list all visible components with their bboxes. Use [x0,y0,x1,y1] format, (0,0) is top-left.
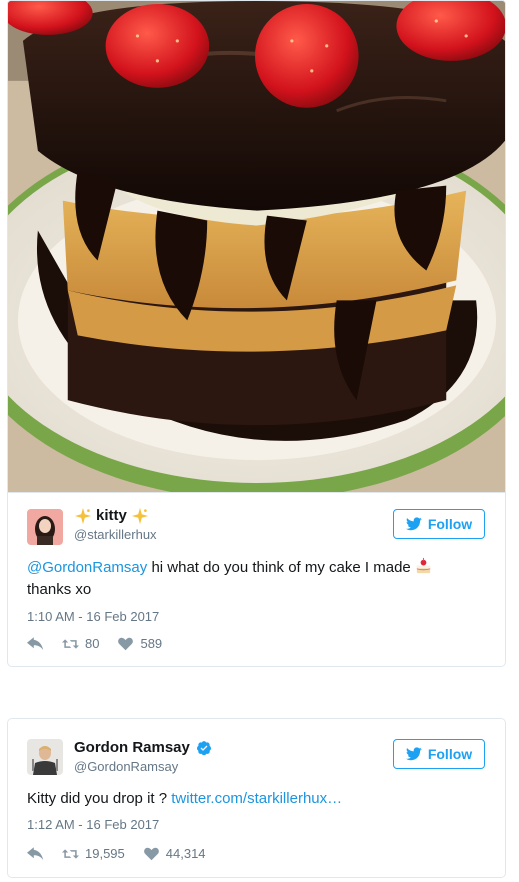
heart-icon [143,847,159,860]
tweet-card-kitty[interactable]: kitty @starkillerhux Follow @GordonRamsa… [7,492,506,667]
cake-photo[interactable] [7,0,506,492]
twitter-bird-icon [405,747,422,761]
display-name-text: kitty [96,507,127,524]
tweet-card-gordon-ramsay[interactable]: Gordon Ramsay @GordonRamsay Follow Kitty… [7,718,506,878]
follow-button[interactable]: Follow [393,739,485,769]
avatar-kitty[interactable] [27,509,63,545]
twitter-bird-icon [405,517,422,531]
retweet-icon [62,848,79,859]
reply-icon [27,636,44,650]
tweet-text: @GordonRamsay hi what do you think of my… [27,556,485,601]
tweet-author: kitty @starkillerhux [74,506,157,544]
retweet-action[interactable]: 19,595 [62,846,125,861]
author-display-name[interactable]: kitty [74,506,157,526]
retweet-action[interactable]: 80 [62,636,99,651]
mention-link[interactable]: @GordonRamsay [27,559,147,576]
retweet-count: 80 [85,636,100,651]
tweet-timestamp[interactable]: 1:10 AM - 16 Feb 2017 [27,609,159,624]
reply-action[interactable] [27,846,44,861]
follow-label: Follow [427,516,473,532]
tweet-body: Kitty did you drop it ? [27,790,172,807]
tweet-timestamp[interactable]: 1:12 AM - 16 Feb 2017 [27,817,159,832]
like-count: 44,314 [165,846,206,861]
tweet-author: Gordon Ramsay @GordonRamsay [74,738,212,776]
tweet-body-line2: thanks xo [27,581,92,598]
like-action[interactable]: 44,314 [143,846,206,861]
tweet-actions: 19,595 44,314 [27,846,224,861]
tweet-actions: 80 589 [27,636,180,651]
like-action[interactable]: 589 [117,636,162,651]
reply-action[interactable] [27,636,44,651]
heart-icon [118,637,134,650]
author-screen-name[interactable]: @GordonRamsay [74,758,212,776]
retweet-count: 19,595 [85,846,125,861]
sparkle-icon [131,507,148,525]
tweet-text: Kitty did you drop it ? twitter.com/star… [27,788,485,810]
author-screen-name[interactable]: @starkillerhux [74,526,157,544]
cake-image [8,1,505,492]
follow-button[interactable]: Follow [393,509,485,539]
retweet-icon [62,638,79,649]
display-name-text: Gordon Ramsay [74,739,190,756]
reply-icon [27,846,44,860]
avatar-gordon-ramsay[interactable] [27,739,63,775]
cake-emoji-icon [416,557,430,574]
verified-icon [196,741,211,756]
like-count: 589 [140,636,163,651]
tweet-link[interactable]: twitter.com/starkillerhux… [171,790,342,807]
author-display-name[interactable]: Gordon Ramsay [74,738,212,758]
tweet-body: hi what do you think of my cake I made [147,559,411,576]
follow-label: Follow [427,746,473,762]
sparkle-icon [74,507,92,525]
